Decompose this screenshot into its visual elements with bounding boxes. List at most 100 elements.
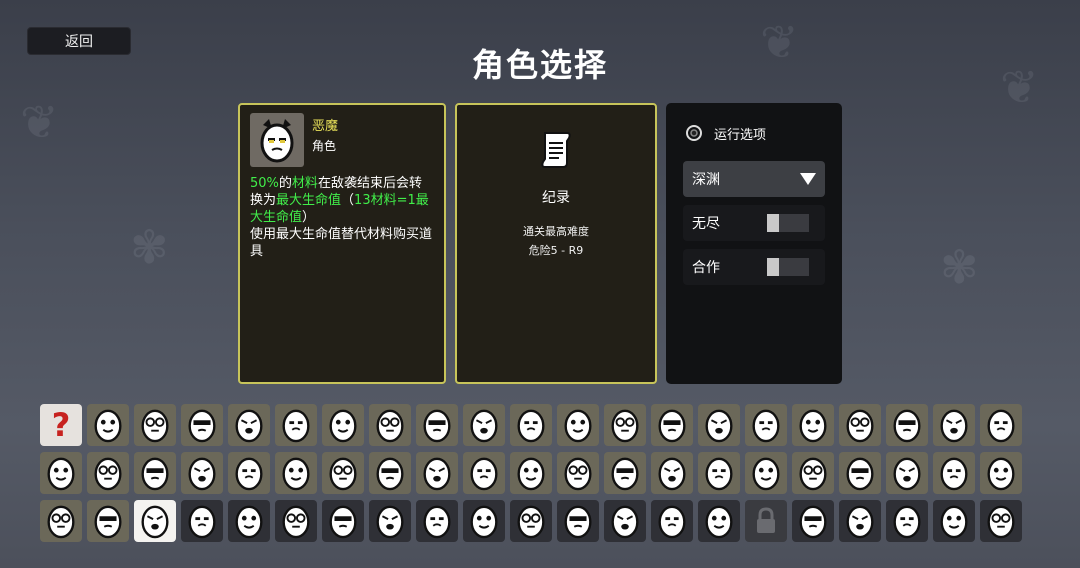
run-options-panel: 运行选项 深渊 无尽 合作 [666,103,842,384]
character-slot[interactable] [886,452,928,494]
character-slot[interactable] [933,404,975,446]
character-slot[interactable] [886,404,928,446]
character-slot[interactable] [980,404,1022,446]
triangle-down-icon [800,173,816,185]
character-egg-icon [846,457,874,491]
character-slot[interactable] [651,500,693,542]
character-slot[interactable] [275,452,317,494]
character-slot[interactable] [933,500,975,542]
character-slot[interactable] [463,404,505,446]
character-slot[interactable] [510,500,552,542]
character-slot[interactable] [604,404,646,446]
character-slot[interactable] [557,500,599,542]
character-slot[interactable] [651,404,693,446]
character-slot[interactable] [275,500,317,542]
character-slot[interactable] [87,404,129,446]
character-egg-icon [799,409,827,443]
endless-toggle[interactable] [767,214,809,232]
character-slot[interactable] [40,452,82,494]
character-egg-icon [564,505,592,539]
locked-character-slot[interactable] [745,500,787,542]
character-egg-icon [846,505,874,539]
character-slot[interactable] [792,452,834,494]
character-slot[interactable] [322,452,364,494]
character-egg-icon [470,505,498,539]
character-egg-icon [141,457,169,491]
character-egg-icon [329,457,357,491]
character-egg-icon [611,505,639,539]
character-slot[interactable] [510,452,552,494]
character-slot[interactable] [604,500,646,542]
character-slot[interactable] [933,452,975,494]
character-egg-icon [893,457,921,491]
character-egg-icon [658,457,686,491]
character-egg-icon [94,409,122,443]
character-slot[interactable] [275,404,317,446]
random-character-slot[interactable]: ? [40,404,82,446]
character-slot[interactable] [322,500,364,542]
character-egg-icon [94,505,122,539]
difficulty-dropdown[interactable]: 深渊 [683,161,825,197]
character-egg-icon [188,505,216,539]
coop-label: 合作 [692,260,720,276]
character-slot[interactable] [839,452,881,494]
character-slot[interactable] [416,404,458,446]
character-slot[interactable] [87,452,129,494]
character-slot[interactable] [651,452,693,494]
coop-toggle[interactable] [767,258,809,276]
character-egg-icon [752,409,780,443]
character-egg-icon [329,505,357,539]
character-slot[interactable] [463,500,505,542]
character-slot[interactable] [416,452,458,494]
character-slot[interactable] [698,404,740,446]
character-egg-icon [329,409,357,443]
character-slot[interactable] [510,404,552,446]
selected-character-slot[interactable] [134,500,176,542]
character-slot[interactable] [134,452,176,494]
character-slot[interactable] [228,452,270,494]
character-slot[interactable] [839,500,881,542]
character-slot[interactable] [980,452,1022,494]
character-egg-icon [282,409,310,443]
character-slot[interactable] [980,500,1022,542]
character-egg-icon [47,457,75,491]
record-title: 纪录 [542,190,570,206]
character-slot[interactable] [416,500,458,542]
character-slot[interactable] [134,404,176,446]
character-egg-icon [235,457,263,491]
character-slot[interactable] [463,452,505,494]
character-egg-icon [517,505,545,539]
character-slot[interactable] [792,500,834,542]
character-egg-icon [235,409,263,443]
character-slot[interactable] [792,404,834,446]
character-slot[interactable] [369,404,411,446]
character-slot[interactable] [745,404,787,446]
character-slot[interactable] [745,452,787,494]
character-slot[interactable] [698,452,740,494]
character-slot[interactable] [181,500,223,542]
character-egg-icon [376,505,404,539]
character-slot[interactable] [181,452,223,494]
character-egg-icon [987,505,1015,539]
character-slot[interactable] [698,500,740,542]
character-info-panel: 恶魔 角色 50%的材料在敌袭结束后会转换为最大生命值（13材料=1最大生命值）… [238,103,446,384]
character-slot[interactable] [228,404,270,446]
character-egg-icon [705,505,733,539]
character-slot[interactable] [322,404,364,446]
character-slot[interactable] [557,404,599,446]
character-egg-icon [799,457,827,491]
character-slot[interactable] [181,404,223,446]
character-egg-icon [987,457,1015,491]
character-slot[interactable] [886,500,928,542]
character-egg-icon [611,457,639,491]
character-slot[interactable] [839,404,881,446]
character-egg-icon [282,457,310,491]
character-description: 50%的材料在敌袭结束后会转换为最大生命值（13材料=1最大生命值） 使用最大生… [250,176,433,259]
character-slot[interactable] [604,452,646,494]
character-slot[interactable] [87,500,129,542]
character-slot[interactable] [369,500,411,542]
character-slot[interactable] [557,452,599,494]
character-slot[interactable] [40,500,82,542]
character-slot[interactable] [228,500,270,542]
character-slot[interactable] [369,452,411,494]
